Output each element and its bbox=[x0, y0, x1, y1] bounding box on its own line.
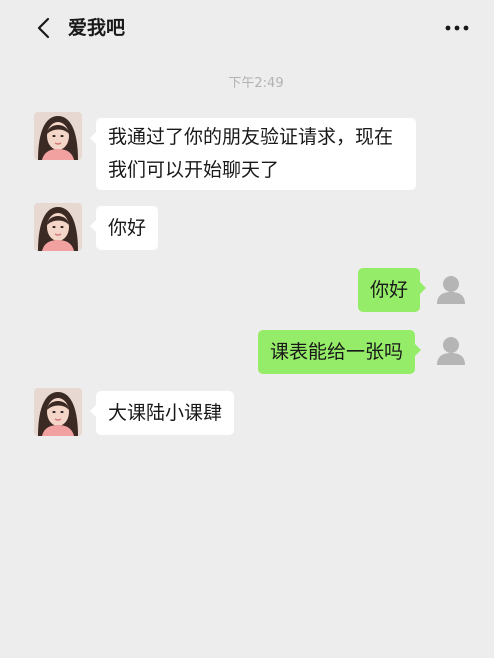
chat-screen: 爱我吧 下午2:49 我通过了你的朋友验证请求，现在 我们可以开始聊天了 你好 … bbox=[0, 0, 494, 658]
message-text: 大课陆小课肆 bbox=[108, 402, 223, 424]
more-button[interactable] bbox=[442, 16, 472, 40]
chat-title: 爱我吧 bbox=[68, 17, 126, 39]
chevron-left-icon bbox=[37, 17, 50, 39]
message-text: 你好 bbox=[370, 279, 409, 301]
contact-avatar[interactable] bbox=[34, 112, 82, 160]
user-avatar[interactable] bbox=[428, 268, 474, 314]
message-text-line: 我们可以开始聊天了 bbox=[108, 159, 280, 181]
back-button[interactable] bbox=[30, 14, 58, 42]
message-bubble-incoming[interactable]: 你好 bbox=[89, 206, 159, 250]
message-bubble-incoming[interactable]: 我通过了你的朋友验证请求，现在 我们可以开始聊天了 bbox=[90, 118, 416, 190]
message-bubble-incoming[interactable]: 大课陆小课肆 bbox=[89, 391, 235, 435]
more-dots-icon bbox=[445, 25, 469, 31]
contact-avatar[interactable] bbox=[34, 203, 82, 251]
message-timestamp: 下午2:49 bbox=[228, 76, 284, 91]
message-text-line: 我通过了你的朋友验证请求，现在 bbox=[108, 126, 394, 148]
user-avatar[interactable] bbox=[428, 329, 474, 375]
message-text: 课表能给一张吗 bbox=[270, 341, 404, 363]
contact-avatar[interactable] bbox=[34, 388, 82, 436]
message-bubble-outgoing[interactable]: 课表能给一张吗 bbox=[258, 330, 422, 374]
message-text: 你好 bbox=[108, 217, 147, 239]
message-bubble-outgoing[interactable]: 你好 bbox=[358, 268, 427, 312]
chat-header: 爱我吧 bbox=[0, 0, 494, 56]
